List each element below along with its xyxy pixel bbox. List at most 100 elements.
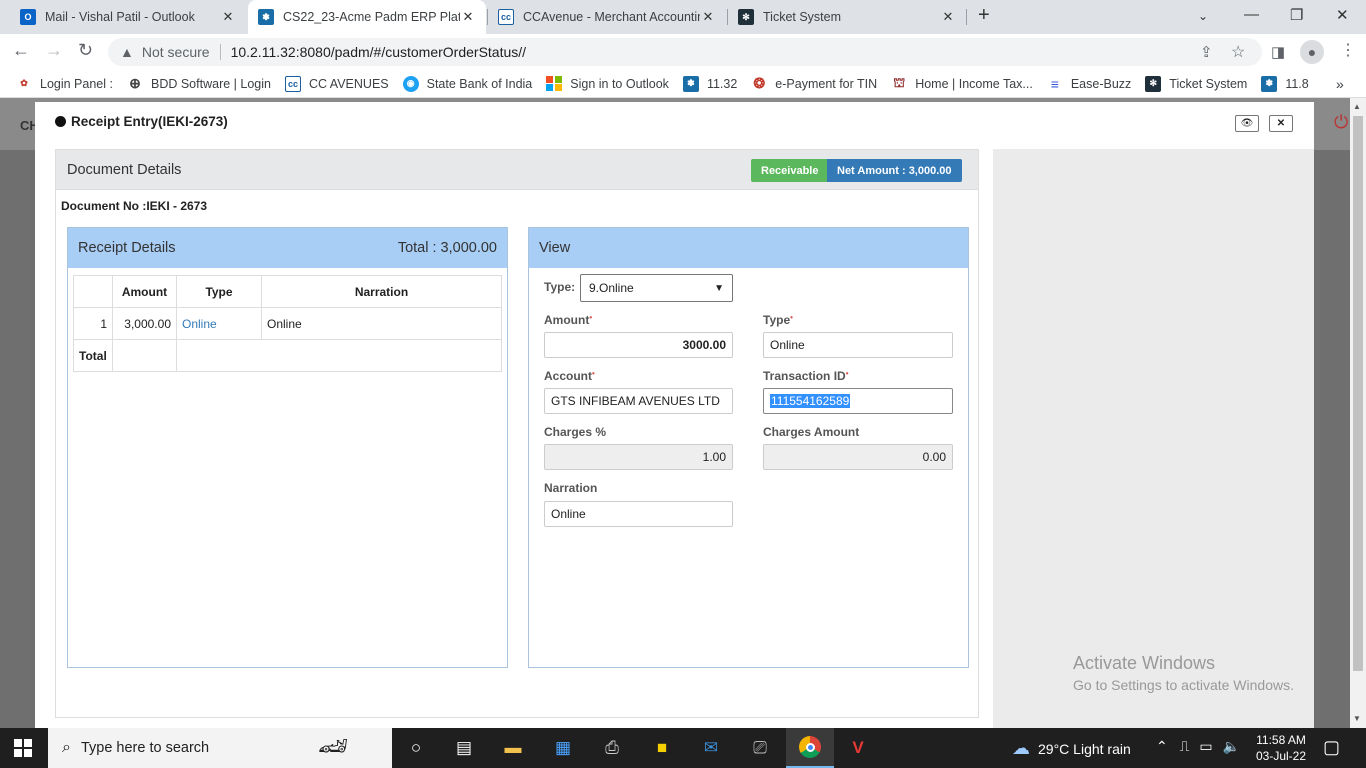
bookmark-bdd[interactable]: ⊕ BDD Software | Login <box>127 75 271 92</box>
windows-start-icon[interactable] <box>14 739 32 757</box>
power-icon[interactable]: ⏻ <box>1334 112 1348 133</box>
taskbar-search-box[interactable]: ⌕ Type here to search 🏎 <box>48 728 392 768</box>
bookmark-epayment[interactable]: ❂ e-Payment for TIN <box>751 75 877 92</box>
bookmark-outlook[interactable]: Sign in to Outlook <box>546 75 669 92</box>
chrome-logo <box>799 736 821 758</box>
bookmark-11-32[interactable]: ✽ 11.32 <box>682 75 737 92</box>
row-type-link[interactable]: Online <box>176 307 262 340</box>
modal-title-text: Receipt Entry(IEKI-2673) <box>71 114 228 129</box>
tab-separator <box>966 9 967 25</box>
scroll-up-icon[interactable]: ▲ <box>1353 102 1361 111</box>
close-window-icon[interactable]: ✕ <box>1336 6 1349 24</box>
reload-icon[interactable]: ↻ <box>78 40 93 61</box>
bookmark-ticket[interactable]: ✻ Ticket System <box>1145 75 1247 92</box>
app-icon[interactable]: ⎚ <box>748 736 772 760</box>
weather-widget[interactable]: ☁ 29°C Light rain <box>1012 738 1131 759</box>
widgets-icon[interactable]: ▤ <box>452 736 476 760</box>
url-text[interactable]: 10.2.11.32:8080/padm/#/customerOrderStat… <box>231 44 526 60</box>
required-marker: • <box>790 313 793 322</box>
scroll-down-icon[interactable]: ▼ <box>1353 714 1361 723</box>
tab-search-icon[interactable]: ⌄ <box>1198 9 1208 23</box>
mail-icon[interactable]: ✉ <box>699 736 723 760</box>
bookmark-income-tax[interactable]: ⛫ Home | Income Tax... <box>891 75 1033 92</box>
menu-kebab-icon[interactable]: ⋮ <box>1340 40 1356 60</box>
sticky-notes-icon[interactable]: ■ <box>650 736 674 760</box>
view-box: View Type: 9.Online ▼ Amount• 3000.00 Ty… <box>528 227 969 668</box>
close-tab-icon[interactable]: ✕ <box>940 9 956 25</box>
transaction-id-input[interactable]: 111554162589 <box>763 388 953 414</box>
bookmark-11-8[interactable]: ✽ 11.8 <box>1261 75 1309 92</box>
bookmark-login-panel[interactable]: ✿ Login Panel : <box>16 76 113 92</box>
security-label[interactable]: Not secure <box>142 44 210 60</box>
bookmark-cc-avenues[interactable]: cc CC AVENUES <box>284 75 389 92</box>
minimize-icon[interactable]: — <box>1244 6 1259 23</box>
close-tab-icon[interactable]: ✕ <box>220 9 236 25</box>
tab-title: Ticket System <box>763 10 842 24</box>
toggle-visibility-button[interactable]: 👁 <box>1235 115 1259 132</box>
modal-title: Receipt Entry(IEKI-2673) <box>55 114 228 129</box>
close-tab-icon[interactable]: ✕ <box>700 9 716 25</box>
activate-windows-hint: Go to Settings to activate Windows. <box>1073 677 1294 693</box>
store-icon[interactable]: ▦ <box>551 736 575 760</box>
restore-icon[interactable]: ❐ <box>1290 6 1303 24</box>
bookmark-sbi[interactable]: ◉ State Bank of India <box>402 75 533 92</box>
table-row[interactable]: 1 3,000.00 Online Online <box>73 307 502 340</box>
system-tray[interactable]: ⌃ ⎍ ▭ 🔈 <box>1156 738 1240 755</box>
charges-percent-input[interactable]: 1.00 <box>544 444 733 470</box>
erp-icon: ✽ <box>258 9 274 25</box>
total-row-amount <box>112 339 177 372</box>
amount-input[interactable]: 3000.00 <box>544 332 733 358</box>
tab-ticket[interactable]: ✻ Ticket System ✕ <box>728 0 966 34</box>
type-select[interactable]: 9.Online ▼ <box>580 274 733 302</box>
view-title: View <box>539 240 571 256</box>
charges-amount-input[interactable]: 0.00 <box>763 444 953 470</box>
cloud-rain-icon: ☁ <box>1012 738 1030 758</box>
type-input[interactable]: Online <box>763 332 953 358</box>
page-scrollbar[interactable]: ▲ ▼ <box>1350 98 1366 728</box>
account-input[interactable]: GTS INFIBEAM AVENUES LTD <box>544 388 733 414</box>
required-marker: • <box>592 369 595 378</box>
task-view-icon[interactable]: ○ <box>404 736 428 760</box>
chevron-up-icon[interactable]: ⌃ <box>1156 738 1168 754</box>
new-tab-icon[interactable]: + <box>978 4 990 27</box>
account-label: Account• <box>544 369 595 383</box>
bookmark-easebuzz[interactable]: ≡ Ease-Buzz <box>1047 76 1132 92</box>
file-explorer-icon[interactable]: ▬ <box>501 736 525 760</box>
close-modal-button[interactable]: ✕ <box>1269 115 1293 132</box>
profile-avatar-icon[interactable]: ● <box>1300 40 1324 64</box>
warning-icon[interactable]: ▲ <box>120 44 134 60</box>
share-icon[interactable]: ⇪ <box>1200 43 1213 61</box>
close-tab-icon[interactable]: ✕ <box>460 9 476 25</box>
outlook-icon: O <box>20 9 36 25</box>
address-bar[interactable]: ▲ Not secure 10.2.11.32:8080/padm/#/cust… <box>108 38 1262 66</box>
volume-icon[interactable]: 🔈 <box>1222 738 1239 754</box>
receipt-details-title: Receipt Details <box>78 240 176 256</box>
tab-ccavenue[interactable]: cc CCAvenue - Merchant Accountin ✕ <box>488 0 726 34</box>
scroll-thumb[interactable] <box>1353 116 1363 671</box>
tab-erp[interactable]: ✽ CS22_23-Acme Padm ERP Platfor ✕ <box>248 0 486 34</box>
vscode-app-icon[interactable]: V <box>846 736 870 760</box>
eye-slash-icon: 👁 <box>1240 118 1254 129</box>
network-icon[interactable]: ⎍ <box>1180 738 1190 754</box>
chrome-icon[interactable] <box>786 728 834 768</box>
bookmark-label: State Bank of India <box>426 76 533 91</box>
tab-title: CS22_23-Acme Padm ERP Platfor <box>283 10 460 24</box>
back-icon[interactable]: ← <box>12 40 30 61</box>
cc-icon: cc <box>284 75 301 92</box>
notification-icon[interactable]: ▢ <box>1323 737 1340 758</box>
sidebar-icon[interactable]: ◨ <box>1271 43 1285 61</box>
display-icon[interactable]: ▭ <box>1199 738 1212 754</box>
narration-input[interactable]: Online <box>544 501 733 527</box>
forward-icon[interactable]: → <box>45 40 63 61</box>
tab-outlook[interactable]: O Mail - Vishal Patil - Outlook ✕ <box>10 0 246 34</box>
microsoft-icon <box>546 75 562 92</box>
erp-icon: ✽ <box>1261 75 1278 92</box>
transaction-id-selected-text[interactable]: 111554162589 <box>770 394 851 408</box>
clock-date: 03-Jul-22 <box>1256 749 1307 763</box>
network-app-icon[interactable]: ⎙ <box>600 736 624 760</box>
required-marker: • <box>589 313 593 322</box>
system-clock[interactable]: 11:58 AM 03-Jul-22 <box>1256 732 1306 764</box>
more-bookmarks-icon[interactable]: » <box>1336 76 1344 92</box>
bookmark-star-icon[interactable]: ☆ <box>1231 42 1245 62</box>
row-index: 1 <box>73 307 113 340</box>
